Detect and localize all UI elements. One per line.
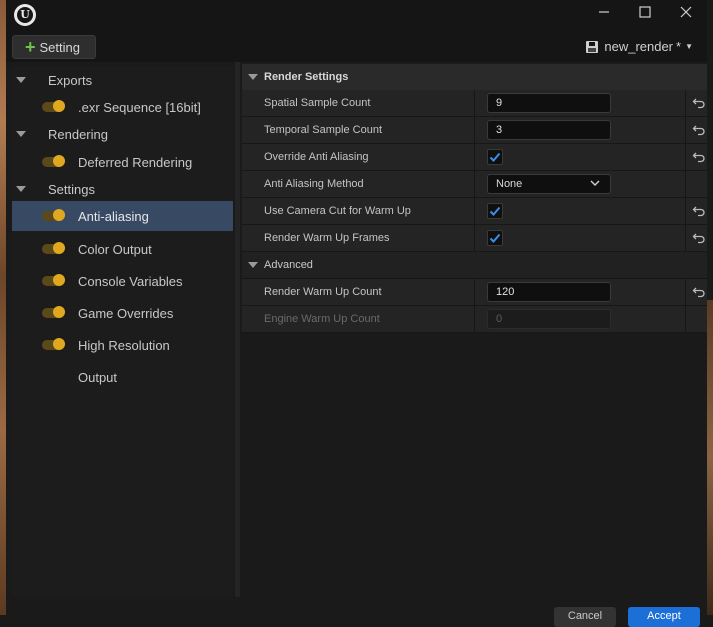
enable-toggle[interactable] [42,306,65,318]
tree-item-exr-sequence[interactable]: .exr Sequence [16bit] [12,93,233,121]
chevron-down-icon[interactable] [16,131,26,137]
property-use-camera-cut: Use Camera Cut for Warm Up [242,198,707,225]
plus-icon: + [25,37,36,57]
tree-item-color-output[interactable]: Color Output [12,235,233,263]
desktop-background-right [707,300,713,615]
property-label: Spatial Sample Count [264,97,371,109]
reset-to-default-icon[interactable] [692,123,706,137]
chevron-down-icon [590,180,600,187]
tree-item-anti-aliasing[interactable]: Anti-aliasing [12,201,233,231]
minimize-icon [599,11,609,13]
close-icon [680,6,692,18]
tree-item-output[interactable]: Output [12,363,233,391]
property-engine-warm-up-count: Engine Warm Up Count 0 [242,306,707,333]
unreal-logo-icon: U [14,4,36,26]
tree-item-label: High Resolution [78,337,170,353]
section-title: Render Settings [264,71,349,83]
category-label: Exports [48,72,93,88]
category-rendering[interactable]: Rendering [12,120,233,148]
tree-item-high-resolution[interactable]: High Resolution [12,331,233,359]
preset-name: new_render [604,39,674,54]
tree-item-deferred-rendering[interactable]: Deferred Rendering [12,148,233,176]
category-label: Rendering [48,126,108,142]
checkmark-icon [489,233,501,243]
tree-item-label: Color Output [78,241,152,257]
temporal-sample-count-input[interactable]: 3 [487,120,611,140]
property-render-warm-up-frames: Render Warm Up Frames [242,225,707,252]
use-camera-cut-checkbox[interactable] [487,203,503,219]
enable-toggle[interactable] [42,242,65,254]
property-label: Render Warm Up Frames [264,232,390,244]
reset-to-default-icon[interactable] [692,204,706,218]
property-temporal-sample-count: Temporal Sample Count 3 [242,117,707,144]
tree-item-label: .exr Sequence [16bit] [78,99,201,115]
tree-item-label: Anti-aliasing [78,208,149,224]
chevron-down-icon[interactable] [16,186,26,192]
reset-to-default-icon[interactable] [692,231,706,245]
section-advanced[interactable]: Advanced [242,252,707,279]
property-anti-aliasing-method: Anti Aliasing Method None [242,171,707,198]
enable-toggle[interactable] [42,209,65,221]
checkmark-icon [489,206,501,216]
property-label: Temporal Sample Count [264,124,383,136]
property-label: Render Warm Up Count [264,286,382,298]
category-label: Settings [48,181,95,197]
panel-splitter[interactable] [235,62,240,615]
render-warm-up-frames-checkbox[interactable] [487,230,503,246]
anti-aliasing-method-dropdown[interactable]: None [487,174,611,194]
add-setting-button[interactable]: + Setting [12,35,96,59]
tree-item-console-variables[interactable]: Console Variables [12,267,233,295]
save-icon [586,40,599,53]
modified-mark: * [676,39,682,54]
enable-toggle[interactable] [42,274,65,286]
override-anti-aliasing-checkbox[interactable] [487,149,503,165]
details-panel: Render Settings Spatial Sample Count 9 T… [242,64,707,615]
reset-to-default-icon[interactable] [692,150,706,164]
tree-item-label: Deferred Rendering [78,154,193,170]
footer-bar: Cancel Accept [6,597,707,627]
property-spatial-sample-count: Spatial Sample Count 9 [242,90,707,117]
property-label: Engine Warm Up Count [264,313,380,325]
enable-toggle[interactable] [42,155,65,167]
accept-button[interactable]: Accept [628,607,700,627]
title-bar: U [6,0,707,32]
desktop-background [0,0,6,615]
enable-toggle[interactable] [42,100,65,112]
render-warm-up-count-input[interactable]: 120 [487,282,611,302]
close-button[interactable] [666,0,706,24]
toolbar: + Setting new_render * ▼ [6,32,707,62]
property-label: Override Anti Aliasing [264,151,369,163]
spatial-sample-count-input[interactable]: 9 [487,93,611,113]
checkmark-icon [489,152,501,162]
cancel-button[interactable]: Cancel [554,607,616,627]
section-title: Advanced [264,259,313,271]
reset-to-default-icon[interactable] [692,96,706,110]
category-settings[interactable]: Settings [12,175,233,203]
chevron-down-icon[interactable] [248,262,258,268]
category-exports[interactable]: Exports [12,66,233,94]
preset-dropdown[interactable]: new_render * ▼ [586,39,693,54]
maximize-icon [639,6,651,18]
add-setting-label: Setting [39,39,80,55]
chevron-down-icon[interactable] [16,77,26,83]
enable-toggle[interactable] [42,338,65,350]
property-label: Use Camera Cut for Warm Up [264,205,411,217]
tree-item-game-overrides[interactable]: Game Overrides [12,299,233,327]
settings-tree: Exports .exr Sequence [16bit] Rendering … [12,66,233,615]
property-override-anti-aliasing: Override Anti Aliasing [242,144,707,171]
tree-item-label: Console Variables [78,273,183,289]
property-label: Anti Aliasing Method [264,178,364,190]
property-render-warm-up-count: Render Warm Up Count 120 [242,279,707,306]
engine-warm-up-count-input: 0 [487,309,611,329]
chevron-down-icon: ▼ [685,42,693,51]
chevron-down-icon[interactable] [248,74,258,80]
minimize-button[interactable] [584,0,624,24]
dropdown-value: None [496,178,523,190]
reset-to-default-icon[interactable] [692,285,706,299]
maximize-button[interactable] [625,0,665,24]
section-render-settings[interactable]: Render Settings [242,64,707,91]
tree-item-label: Game Overrides [78,305,174,321]
tree-item-label: Output [78,369,118,385]
